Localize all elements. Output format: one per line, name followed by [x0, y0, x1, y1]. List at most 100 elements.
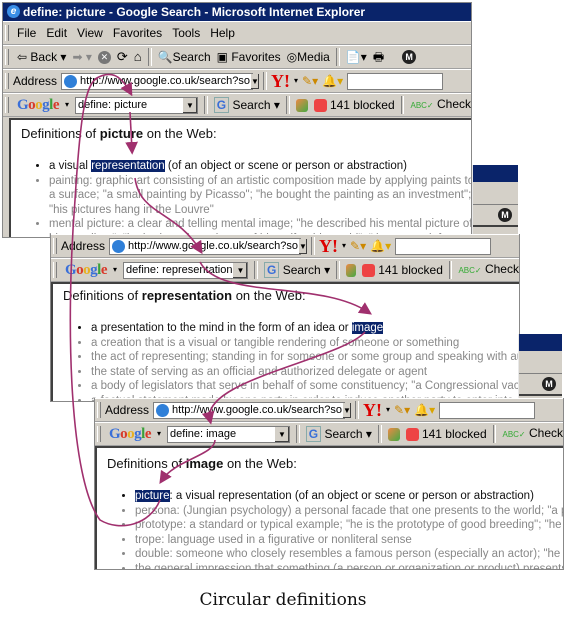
- alert-icon[interactable]: 🔔▾: [322, 70, 343, 92]
- google-search-button[interactable]: G Search ▾: [305, 423, 372, 445]
- menu-help[interactable]: Help: [210, 22, 235, 44]
- separator: [448, 261, 453, 279]
- pencil-icon[interactable]: ✎▾: [394, 399, 410, 421]
- popup-blocker-button[interactable]: 141 blocked: [361, 259, 443, 281]
- highlighted-word[interactable]: representation: [91, 160, 165, 172]
- address-input[interactable]: http://www.google.co.uk/search?so ▼: [61, 72, 259, 90]
- search-button[interactable]: 🔍Search: [158, 46, 211, 68]
- pencil-icon[interactable]: ✎▾: [302, 70, 318, 92]
- menu-bar: File Edit View Favorites Tools Help: [3, 21, 471, 45]
- google-query-input[interactable]: define: picture ▼: [75, 96, 198, 114]
- menu-edit[interactable]: Edit: [46, 22, 67, 44]
- popup-blocked-icon: [405, 428, 419, 442]
- messenger-icon[interactable]: M: [542, 377, 556, 391]
- google-logo[interactable]: Google: [65, 259, 108, 281]
- yahoo-dropdown-icon: ▾: [342, 241, 347, 250]
- google-search-button[interactable]: G Search ▾: [264, 259, 330, 281]
- yahoo-search-input[interactable]: [347, 72, 444, 90]
- page-icon: [112, 239, 126, 253]
- address-bar: Address http://www.google.co.uk/search?s…: [3, 69, 471, 93]
- pagerank-icon[interactable]: [387, 427, 400, 441]
- alert-icon[interactable]: 🔔▾: [414, 399, 435, 421]
- popup-blocked-icon: [313, 99, 327, 113]
- highlighted-word[interactable]: image: [351, 322, 384, 334]
- spellcheck-button[interactable]: ABC✓ Check: [502, 422, 563, 446]
- alert-icon[interactable]: 🔔▾: [370, 235, 391, 257]
- edit-icon[interactable]: 📄▾: [346, 46, 367, 68]
- spellcheck-button[interactable]: ABC✓ Check: [410, 93, 471, 117]
- print-icon[interactable]: 🖶: [373, 46, 384, 68]
- yahoo-search-input[interactable]: [439, 401, 536, 419]
- google-search-button[interactable]: G Search ▾: [213, 94, 280, 116]
- address-input[interactable]: http://www.google.co.uk/search?so ▼: [153, 401, 351, 419]
- definitions-heading: Definitions of image on the Web:: [107, 456, 297, 471]
- definition-item: picture: a visual representation (of an …: [135, 489, 563, 504]
- messenger-icon[interactable]: M: [402, 50, 417, 64]
- popup-blocker-button[interactable]: 141 blocked: [313, 94, 395, 116]
- google-search-label: Search: [282, 263, 321, 277]
- menu-tools[interactable]: Tools: [172, 22, 200, 44]
- separator: [400, 96, 405, 114]
- google-menu-icon[interactable]: ▾: [65, 94, 69, 116]
- google-query-input[interactable]: define: image ▼: [167, 425, 290, 443]
- separator: [203, 96, 208, 114]
- google-toolbar: Google ▾ define: image ▼ G Search ▾ 141 b…: [95, 422, 563, 446]
- highlighted-word[interactable]: picture: [135, 490, 170, 502]
- menu-file[interactable]: File: [17, 22, 36, 44]
- address-dropdown[interactable]: ▼: [250, 73, 259, 89]
- query-value: define: representation: [126, 264, 233, 276]
- media-button[interactable]: ◎Media: [287, 46, 330, 68]
- google-logo[interactable]: Google: [109, 423, 152, 445]
- toolbar-edge: M: [519, 374, 562, 396]
- results-page: Definitions of representation on the Web…: [51, 282, 519, 401]
- check-label: Check: [484, 262, 519, 276]
- pagerank-icon[interactable]: [295, 98, 308, 112]
- definition-item: the general impression that something (a…: [135, 562, 563, 570]
- pencil-icon[interactable]: ✎▾: [350, 235, 366, 257]
- address-dropdown[interactable]: ▼: [298, 238, 307, 254]
- separator: [335, 48, 340, 66]
- stop-icon[interactable]: ✕: [97, 50, 111, 64]
- separator: [377, 425, 382, 443]
- search-icon: 🔍: [157, 50, 173, 64]
- yahoo-dropdown-icon: ▾: [294, 76, 299, 85]
- address-input[interactable]: http://www.google.co.uk/search?so ▼: [109, 237, 307, 255]
- yahoo-logo-icon[interactable]: Y!: [271, 70, 290, 92]
- query-value: define: picture: [78, 99, 148, 111]
- spellcheck-button[interactable]: ABC✓ Check: [458, 258, 519, 282]
- favorites-button[interactable]: ▣ Favorites: [217, 46, 281, 68]
- google-menu-icon[interactable]: ▾: [113, 259, 117, 281]
- forward-button[interactable]: ➡ ▾: [72, 46, 91, 68]
- browser-window-representation: Address http://www.google.co.uk/search?s…: [50, 234, 520, 402]
- address-dropdown[interactable]: ▼: [342, 402, 351, 418]
- blocked-count: 141 blocked: [378, 263, 443, 277]
- address-label: Address: [61, 239, 106, 253]
- menu-view[interactable]: View: [77, 22, 103, 44]
- standard-toolbar: ⇦ Back ▾ ➡ ▾ ✕ ⟳ ⌂ 🔍Search ▣ Favorites ◎…: [3, 45, 471, 69]
- definition-item: persona: (Jungian psychology) a personal…: [135, 504, 563, 519]
- menu-favorites[interactable]: Favorites: [113, 22, 162, 44]
- messenger-icon[interactable]: M: [498, 208, 512, 222]
- yahoo-logo-icon[interactable]: Y!: [363, 399, 382, 421]
- query-dropdown[interactable]: ▼: [273, 426, 289, 442]
- google-menu-icon[interactable]: ▾: [157, 423, 161, 445]
- google-logo[interactable]: Google: [17, 94, 60, 116]
- yahoo-dropdown-icon: ▾: [386, 405, 391, 414]
- google-search-label: Search: [232, 98, 271, 112]
- definitions-heading: Definitions of representation on the Web…: [63, 288, 306, 303]
- popup-blocker-button[interactable]: 141 blocked: [405, 423, 487, 445]
- google-toolbar: Google ▾ define: representation ▼ G Searc…: [51, 258, 519, 282]
- query-dropdown[interactable]: ▼: [232, 262, 248, 278]
- definition-item: painting: graphic art consisting of an a…: [49, 174, 471, 218]
- pagerank-icon[interactable]: [345, 263, 356, 277]
- figure-caption: Circular definitions: [199, 590, 367, 610]
- back-button[interactable]: ⇦ Back ▾: [17, 46, 66, 68]
- media-label: Media: [297, 50, 330, 64]
- refresh-icon[interactable]: ⟳: [117, 46, 128, 68]
- yahoo-search-input[interactable]: [395, 237, 492, 255]
- yahoo-logo-icon[interactable]: Y!: [319, 235, 338, 257]
- home-icon[interactable]: ⌂: [134, 46, 142, 68]
- query-dropdown[interactable]: ▼: [181, 97, 197, 113]
- definition-item: the state of serving as an official and …: [91, 365, 519, 380]
- google-query-input[interactable]: define: representation ▼: [123, 261, 249, 279]
